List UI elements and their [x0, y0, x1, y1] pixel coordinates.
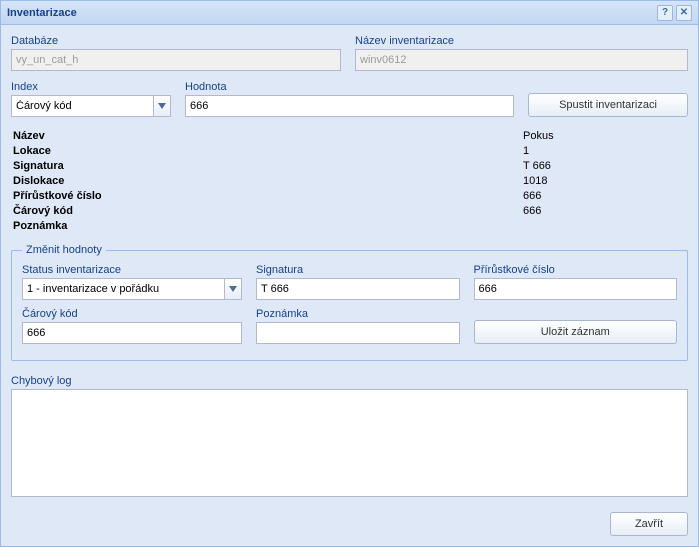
detail-label: Název: [13, 129, 523, 144]
close-icon[interactable]: ✕: [676, 5, 692, 21]
detail-label: Dislokace: [13, 174, 523, 189]
error-log-label: Chybový log: [11, 375, 688, 387]
chevron-down-icon[interactable]: [224, 278, 242, 300]
inventory-window: Inventarizace ? ✕ Databáze Název inventa…: [0, 0, 699, 547]
detail-value: 666: [523, 204, 686, 219]
detail-label: Lokace: [13, 144, 523, 159]
edit-values-legend: Změnit hodnoty: [22, 244, 106, 256]
status-combo[interactable]: [22, 278, 242, 300]
index-label: Index: [11, 81, 171, 93]
error-log-textarea[interactable]: [11, 389, 688, 497]
detail-value: 666: [523, 189, 686, 204]
detail-label: Čárový kód: [13, 204, 523, 219]
index-combo[interactable]: [11, 95, 171, 117]
database-input: [11, 49, 341, 71]
start-inventory-button[interactable]: Spustit inventarizaci: [528, 93, 688, 117]
save-record-button[interactable]: Uložit záznam: [474, 320, 678, 344]
barcode-input[interactable]: [22, 322, 242, 344]
note-label: Poznámka: [256, 308, 460, 320]
database-label: Databáze: [11, 35, 341, 47]
value-input[interactable]: [185, 95, 514, 117]
close-button[interactable]: Zavřít: [610, 512, 688, 536]
detail-label: Poznámka: [13, 219, 523, 234]
signature-label: Signatura: [256, 264, 460, 276]
window-title: Inventarizace: [7, 7, 654, 19]
footer: Zavřít: [11, 504, 688, 536]
accession-label: Přírůstkové číslo: [474, 264, 678, 276]
barcode-label: Čárový kód: [22, 308, 242, 320]
detail-value: Pokus: [523, 129, 686, 144]
accession-input[interactable]: [474, 278, 678, 300]
status-combo-input[interactable]: [22, 278, 242, 300]
status-label: Status inventarizace: [22, 264, 242, 276]
detail-label: Signatura: [13, 159, 523, 174]
inventory-name-input: [355, 49, 688, 71]
detail-value: [523, 219, 686, 234]
window-body: Databáze Název inventarizace Index Hodno…: [1, 25, 698, 546]
edit-values-group: Změnit hodnoty Status inventarizace Sign…: [11, 244, 688, 361]
detail-label: Přírůstkové číslo: [13, 189, 523, 204]
signature-input[interactable]: [256, 278, 460, 300]
help-button[interactable]: ?: [657, 5, 673, 21]
detail-value: T 666: [523, 159, 686, 174]
chevron-down-icon[interactable]: [153, 95, 171, 117]
value-label: Hodnota: [185, 81, 514, 93]
inventory-name-label: Název inventarizace: [355, 35, 688, 47]
index-combo-input[interactable]: [11, 95, 171, 117]
detail-value: 1: [523, 144, 686, 159]
titlebar: Inventarizace ? ✕: [1, 1, 698, 25]
note-input[interactable]: [256, 322, 460, 344]
details-panel: Název Pokus Lokace 1 Signatura T 666 Dis…: [11, 129, 688, 234]
detail-value: 1018: [523, 174, 686, 189]
